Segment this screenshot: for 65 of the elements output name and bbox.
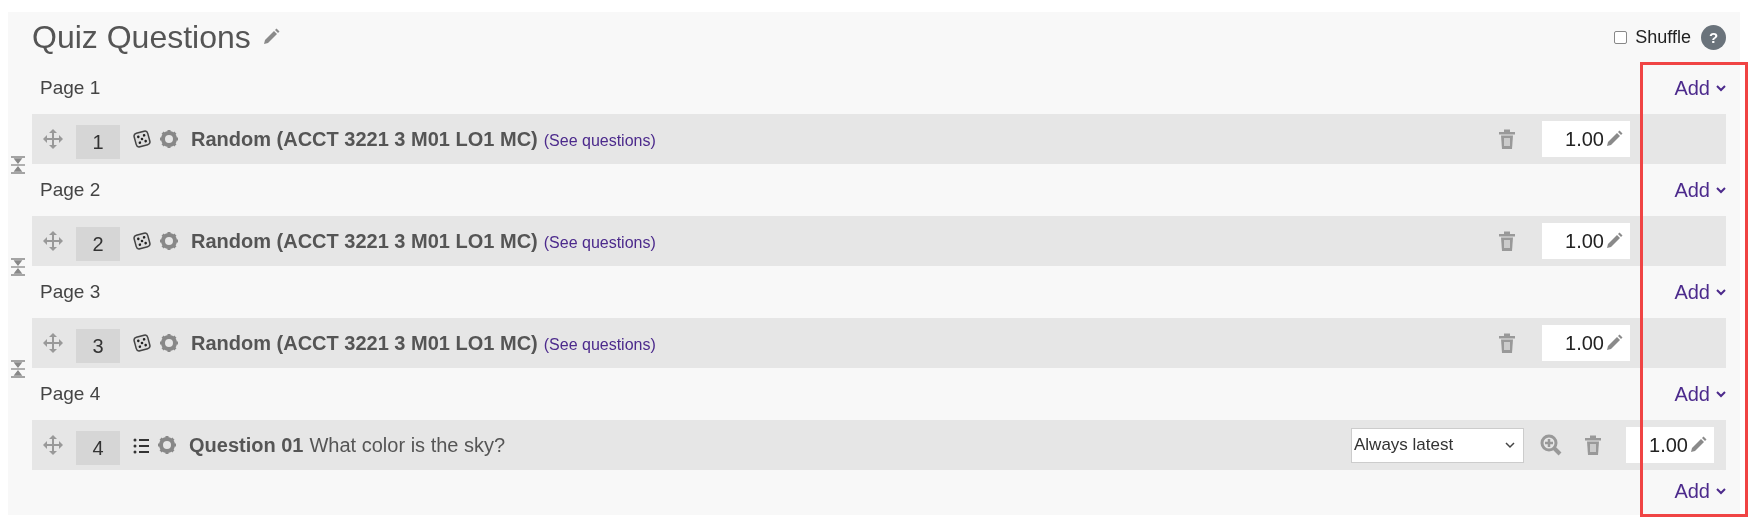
- settings-icon[interactable]: [159, 129, 179, 149]
- add-menu-button[interactable]: Add: [1674, 481, 1726, 501]
- preview-icon[interactable]: [1540, 434, 1562, 456]
- edit-icon[interactable]: [1604, 333, 1624, 353]
- question-title: Random (ACCT 3221 3 M01 LO1 MC): [191, 127, 538, 152]
- page-label: Page 3: [40, 279, 101, 304]
- settings-icon[interactable]: [159, 231, 179, 251]
- dice-icon: [133, 232, 151, 250]
- mark-value: 1.00: [1649, 433, 1688, 458]
- delete-icon[interactable]: [1498, 230, 1516, 252]
- version-value: Always latest: [1354, 434, 1454, 457]
- mark-field[interactable]: 1.00: [1542, 223, 1630, 259]
- delete-icon[interactable]: [1498, 332, 1516, 354]
- settings-icon[interactable]: [157, 435, 177, 455]
- move-icon[interactable]: [42, 230, 64, 252]
- help-button[interactable]: ?: [1701, 24, 1726, 50]
- add-menu-button[interactable]: Add: [1674, 78, 1726, 98]
- slot-number: 3: [76, 329, 120, 363]
- mark-value: 1.00: [1565, 331, 1604, 356]
- page-title: Quiz Questions: [32, 21, 251, 53]
- edit-icon[interactable]: [1604, 231, 1624, 251]
- caret-icon: [1716, 84, 1726, 92]
- page-label: Page 1: [40, 75, 101, 100]
- slot-number: 1: [76, 125, 120, 159]
- mark-value: 1.00: [1565, 127, 1604, 152]
- see-questions-link[interactable]: (See questions): [543, 333, 656, 357]
- add-menu-button[interactable]: Add: [1674, 282, 1726, 302]
- settings-icon[interactable]: [159, 333, 179, 353]
- move-icon[interactable]: [42, 128, 64, 150]
- list-icon: [133, 436, 149, 454]
- add-menu-button[interactable]: Add: [1674, 180, 1726, 200]
- dice-icon: [133, 334, 151, 352]
- see-questions-link[interactable]: (See questions): [543, 231, 656, 255]
- mark-field[interactable]: 1.00: [1626, 427, 1714, 463]
- caret-icon: [1716, 390, 1726, 398]
- version-select[interactable]: Always latest: [1351, 427, 1524, 463]
- mark-field[interactable]: 1.00: [1542, 325, 1630, 361]
- delete-icon[interactable]: [1584, 434, 1602, 456]
- question-title: Random (ACCT 3221 3 M01 LO1 MC): [191, 331, 538, 356]
- edit-icon[interactable]: [1604, 129, 1624, 149]
- question-title: Random (ACCT 3221 3 M01 LO1 MC): [191, 229, 538, 254]
- page-break-icon[interactable]: [10, 360, 26, 378]
- page-label: Page 4: [40, 381, 101, 406]
- slot-number: 2: [76, 227, 120, 261]
- caret-icon: [1716, 487, 1726, 495]
- question-name: Question 01: [189, 433, 304, 458]
- mark-value: 1.00: [1565, 229, 1604, 254]
- caret-icon: [1716, 288, 1726, 296]
- move-icon[interactable]: [42, 434, 64, 456]
- delete-icon[interactable]: [1498, 128, 1516, 150]
- caret-icon: [1505, 441, 1515, 449]
- page-break-icon[interactable]: [10, 258, 26, 276]
- edit-icon[interactable]: [1688, 435, 1708, 455]
- page-label: Page 2: [40, 177, 101, 202]
- shuffle-label: Shuffle: [1635, 25, 1691, 49]
- caret-icon: [1716, 186, 1726, 194]
- move-icon[interactable]: [42, 332, 64, 354]
- slot-number: 4: [76, 431, 120, 465]
- add-menu-button[interactable]: Add: [1674, 384, 1726, 404]
- question-text: What color is the sky?: [309, 433, 506, 458]
- mark-field[interactable]: 1.00: [1542, 121, 1630, 157]
- see-questions-link[interactable]: (See questions): [543, 129, 656, 153]
- page-break-icon[interactable]: [10, 156, 26, 174]
- shuffle-checkbox[interactable]: [1614, 30, 1628, 44]
- dice-icon: [133, 130, 151, 148]
